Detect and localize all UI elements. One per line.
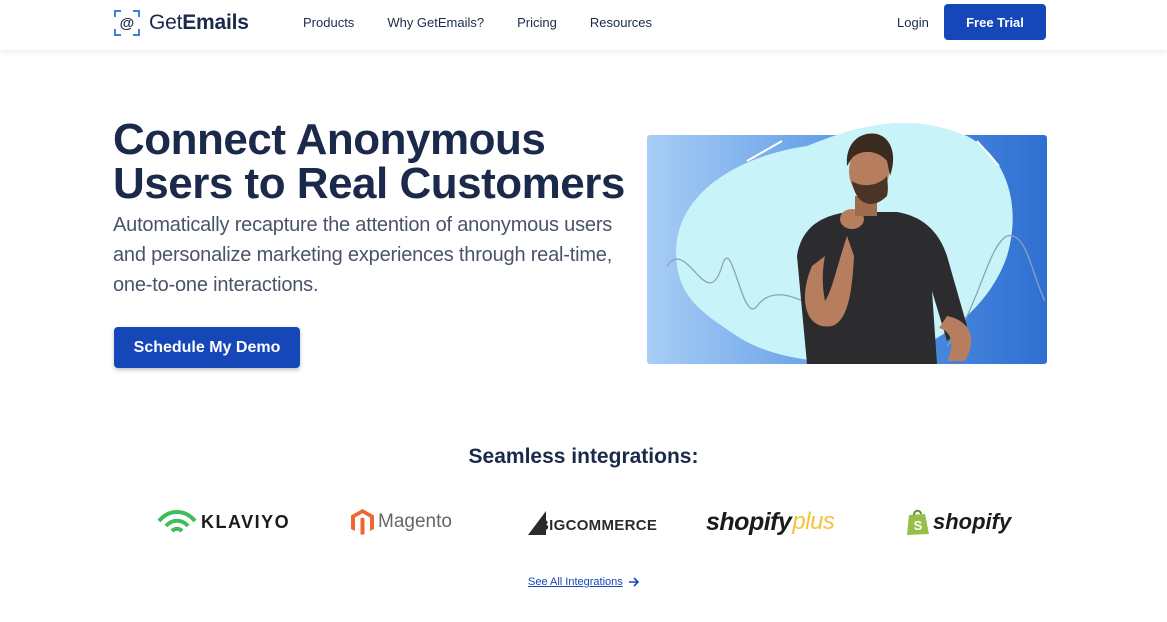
klaviyo-wordmark: KLAVIYO	[201, 511, 291, 532]
nav-why-getemails[interactable]: Why GetEmails?	[387, 15, 484, 30]
magento-wordmark: Magento	[378, 511, 452, 532]
shopify-plus-logo[interactable]: shopify plus	[706, 500, 835, 544]
hero-image	[647, 116, 1047, 364]
arrow-right-icon	[628, 577, 639, 587]
at-sign-icon: @	[113, 9, 141, 37]
shopify-wordmark: shopify	[933, 509, 1012, 534]
free-trial-button[interactable]: Free Trial	[944, 4, 1046, 40]
nav-products[interactable]: Products	[303, 15, 354, 30]
see-all-integrations-link[interactable]: See All Integrations	[528, 576, 640, 588]
hero-title: Connect Anonymous Users to Real Customer…	[113, 115, 625, 208]
klaviyo-logo[interactable]: KLAVIYO	[157, 500, 290, 544]
integrations-title: Seamless integrations:	[468, 445, 699, 468]
logo-text-prefix: Get	[149, 11, 183, 34]
nav-pricing[interactable]: Pricing	[517, 15, 557, 30]
site-header: @ GetEmails Products Why GetEmails? Pric…	[0, 0, 1167, 50]
main-nav: Products Why GetEmails? Pricing Resource…	[303, 15, 652, 30]
wifi-icon	[157, 510, 197, 533]
see-all-label: See All Integrations	[528, 576, 623, 588]
shopping-bag-icon: S	[907, 509, 929, 535]
shopify-plus-wordmark: shopify	[706, 507, 792, 536]
login-link[interactable]: Login	[897, 15, 929, 30]
shopify-logo[interactable]: S shopify	[906, 500, 1011, 544]
plus-wordmark: plus	[792, 508, 835, 535]
hero-subtitle: Automatically recapture the attention of…	[113, 214, 613, 296]
magento-icon	[351, 509, 374, 535]
svg-text:@: @	[120, 15, 135, 32]
svg-text:S: S	[914, 518, 923, 533]
schedule-demo-button[interactable]: Schedule My Demo	[114, 327, 300, 368]
bigcommerce-logo[interactable]: BIGCOMMERCE	[526, 500, 657, 544]
getemails-logo[interactable]: @ GetEmails	[113, 9, 249, 37]
bigcommerce-wordmark: BIGCOMMERCE	[538, 516, 658, 534]
nav-resources[interactable]: Resources	[590, 15, 652, 30]
magento-logo[interactable]: Magento	[350, 500, 452, 544]
logo-text-bold: Emails	[182, 11, 249, 34]
integrations-logos: KLAVIYO Magento BIGCOMMERCE shopify plus…	[0, 500, 1167, 544]
